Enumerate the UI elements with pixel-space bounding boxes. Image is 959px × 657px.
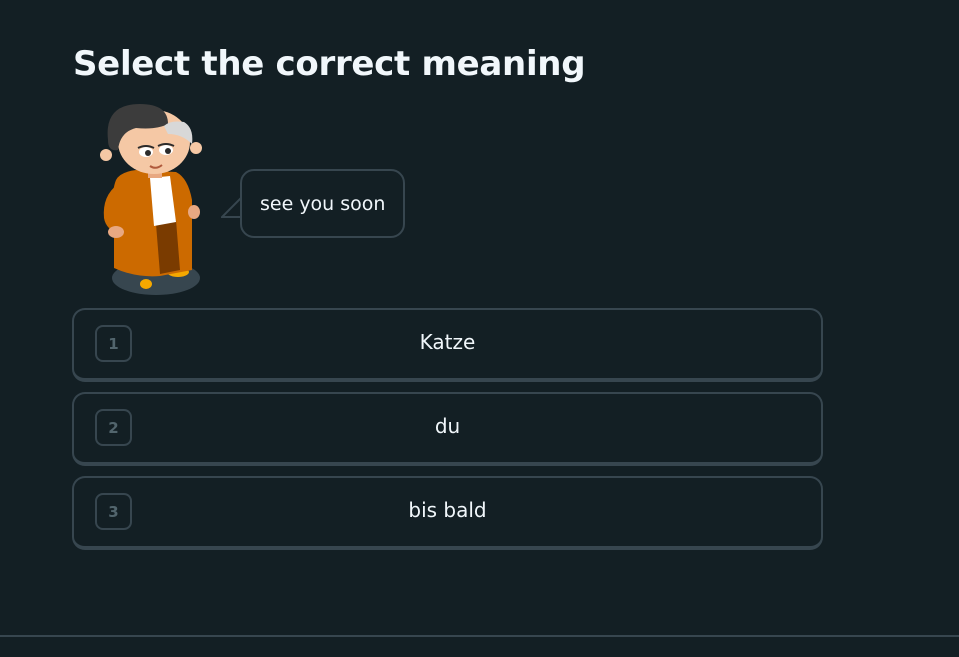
- option-label: Katze: [419, 330, 476, 354]
- answer-options: 1 Katze 2 du 3 bis bald: [72, 308, 823, 560]
- footer-divider: [0, 635, 959, 637]
- speech-bubble: see you soon: [240, 169, 406, 238]
- character-illustration: [96, 100, 208, 300]
- option-label: bis bald: [408, 498, 487, 522]
- page-title: Select the correct meaning: [73, 44, 586, 84]
- exercise-page: Select the correct meaning see you soon …: [0, 0, 959, 657]
- answer-option-1[interactable]: 1 Katze: [72, 308, 823, 382]
- answer-option-2[interactable]: 2 du: [72, 392, 823, 466]
- answer-option-3[interactable]: 3 bis bald: [72, 476, 823, 550]
- character-icon: [100, 104, 202, 295]
- option-label: du: [434, 414, 461, 438]
